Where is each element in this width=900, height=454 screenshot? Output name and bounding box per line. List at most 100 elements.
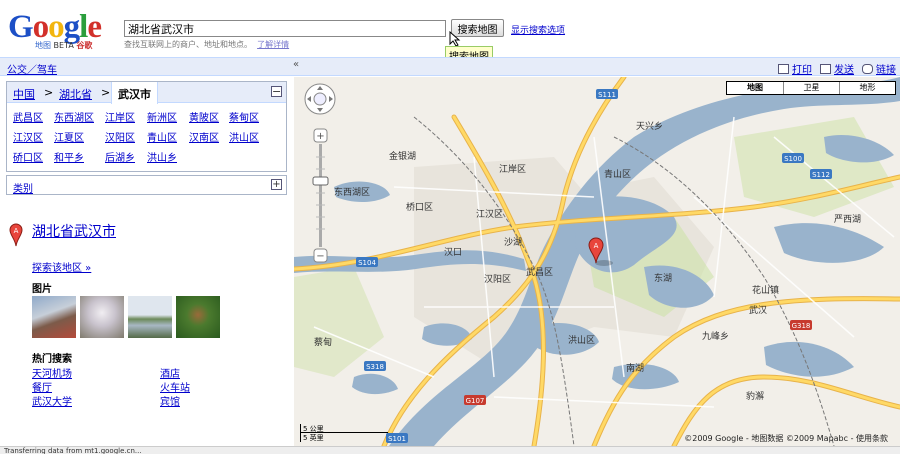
logo-subtitle: 地图 BETA 谷歌 (35, 41, 93, 50)
map-label: 桥口区 (406, 201, 433, 213)
district-link[interactable]: 东西湖区 (54, 109, 94, 124)
search-input[interactable] (124, 20, 446, 37)
road-shield: S318 (364, 361, 386, 371)
svg-text:S111: S111 (598, 91, 616, 99)
logo-word: Google (8, 9, 102, 45)
photo-thumbnail[interactable] (128, 296, 172, 338)
photos-heading: 图片 (32, 284, 52, 295)
collapse-sidebar-button[interactable]: « (293, 59, 303, 73)
marker-a-icon: A (9, 223, 23, 247)
learn-more-link[interactable]: 了解详情 (257, 40, 289, 49)
link-button[interactable]: 链接 (862, 61, 896, 76)
map-type-control: 地图 卫星 地形 (726, 81, 896, 95)
photo-thumbnail[interactable] (176, 296, 220, 338)
svg-text:A: A (14, 227, 19, 235)
google-logo[interactable]: Google 地图 BETA 谷歌 (8, 10, 118, 50)
scale-bar: 5 公里 5 英里 (300, 424, 388, 442)
map-label: 南湖 (626, 362, 644, 374)
map-label: 九峰乡 (702, 331, 729, 342)
road-shield: S104 (356, 257, 378, 267)
send-button[interactable]: 发送 (820, 61, 854, 76)
map-label: 沙湖 (504, 237, 522, 248)
printer-icon (778, 64, 789, 74)
district-link[interactable]: 和平乡 (54, 149, 84, 164)
breadcrumb: 中国 > 湖北省 > 武汉市 − (7, 82, 286, 104)
status-bar: Transferring data from mt1.google.cn... (0, 446, 900, 454)
svg-text:S112: S112 (812, 171, 830, 179)
map-label: 汉阳区 (484, 274, 511, 285)
print-button[interactable]: 打印 (778, 61, 812, 76)
map-label: 天兴乡 (636, 121, 663, 132)
district-link[interactable]: 后湖乡 (105, 149, 135, 164)
sidebar: 中国 > 湖北省 > 武汉市 − 武昌区 东西湖区 江岸区 新洲区 黄陂区 蔡甸区江汉区江… (0, 77, 293, 446)
photo-thumbnail[interactable] (80, 296, 124, 338)
crumb-hubei[interactable]: 湖北省 (59, 86, 92, 102)
location-panel: 中国 > 湖北省 > 武汉市 − 武昌区 东西湖区 江岸区 新洲区 黄陂区 蔡甸区江汉区江… (6, 81, 287, 172)
photo-thumbnail[interactable] (32, 296, 76, 338)
map-label: 江岸区 (499, 164, 526, 175)
svg-text:+: + (316, 131, 324, 142)
crumb-wuhan: 武汉市 (111, 82, 158, 104)
road-shield: G318 (790, 320, 812, 330)
hot-search-link[interactable]: 酒店 (160, 365, 180, 380)
nav-bar: 公交／驾车 « 打印 发送 链接 (0, 57, 900, 76)
mouse-cursor-icon (449, 31, 461, 47)
map-canvas[interactable]: A 东西湖区 江岸区 桥口区 江汉区 汉阳区 武昌区 青山区 洪山区 金银湖 天… (294, 77, 900, 446)
hot-search-link[interactable]: 武汉大学 (32, 393, 72, 408)
map-type-map-button[interactable]: 地图 (727, 82, 783, 94)
district-link[interactable]: 武昌区 (13, 109, 43, 124)
district-link[interactable]: 江夏区 (54, 129, 84, 144)
hot-search-link[interactable]: 餐厅 (32, 379, 52, 394)
road-shield: S111 (596, 89, 618, 99)
map-label: 豹澥 (746, 390, 764, 402)
svg-text:S104: S104 (358, 259, 376, 267)
crumb-separator: > (44, 86, 54, 99)
district-link[interactable]: 江岸区 (105, 109, 135, 124)
road-shield: S112 (810, 169, 832, 179)
hot-search-link[interactable]: 天河机场 (32, 365, 72, 380)
category-link[interactable]: 类别 (13, 180, 33, 195)
directions-link[interactable]: 公交／驾车 (7, 61, 57, 76)
result-title[interactable]: 湖北省武汉市 (32, 221, 116, 241)
envelope-icon (820, 64, 831, 74)
district-link[interactable]: 新洲区 (147, 109, 177, 124)
district-link[interactable]: 汉阳区 (105, 129, 135, 144)
search-options-link[interactable]: 显示搜索选项 (511, 23, 565, 36)
svg-text:G318: G318 (792, 322, 811, 330)
map-copyright: ©2009 Google - 地图数据 ©2009 Mapabc - 使用条款 (684, 434, 888, 443)
map-label: 东湖 (654, 272, 672, 284)
map-label: 武昌区 (526, 266, 553, 278)
district-link[interactable]: 硚口区 (13, 149, 43, 164)
hot-search-link[interactable]: 宾馆 (160, 393, 180, 408)
district-link[interactable]: 洪山乡 (147, 149, 177, 164)
district-link[interactable]: 汉南区 (189, 129, 219, 144)
map-label: 金银湖 (389, 150, 416, 162)
svg-text:S100: S100 (784, 155, 802, 163)
district-link[interactable]: 黄陂区 (189, 109, 219, 124)
road-shield: S101 (386, 433, 408, 443)
district-link[interactable]: 蔡甸区 (229, 109, 259, 124)
svg-text:A: A (594, 242, 599, 250)
expand-panel-button[interactable]: + (271, 179, 282, 190)
district-link[interactable]: 洪山区 (229, 129, 259, 144)
district-link[interactable]: 青山区 (147, 129, 177, 144)
district-link[interactable]: 江汉区 (13, 129, 43, 144)
svg-text:S318: S318 (366, 363, 384, 371)
map-type-satellite-button[interactable]: 卫星 (783, 82, 839, 94)
map-label: 蔡甸 (314, 336, 332, 348)
collapse-panel-button[interactable]: − (271, 86, 282, 97)
map-label: 东西湖区 (334, 186, 370, 198)
search-hint: 查找互联网上的商户、地址和地点。 了解详情 (124, 40, 290, 49)
svg-text:S101: S101 (388, 435, 406, 443)
map-label: 严西湖 (834, 214, 861, 225)
chain-link-icon (862, 64, 873, 74)
svg-text:G107: G107 (466, 397, 485, 405)
crumb-china[interactable]: 中国 (13, 86, 35, 102)
explore-area-link[interactable]: 探索该地区 » (32, 259, 91, 274)
hot-search-link[interactable]: 火车站 (160, 379, 190, 394)
crumb-separator: > (101, 86, 111, 99)
map-label: 花山镇 (752, 284, 779, 296)
road-shield: G107 (464, 395, 486, 405)
map-type-terrain-button[interactable]: 地形 (839, 82, 895, 94)
road-shield: S100 (782, 153, 804, 163)
